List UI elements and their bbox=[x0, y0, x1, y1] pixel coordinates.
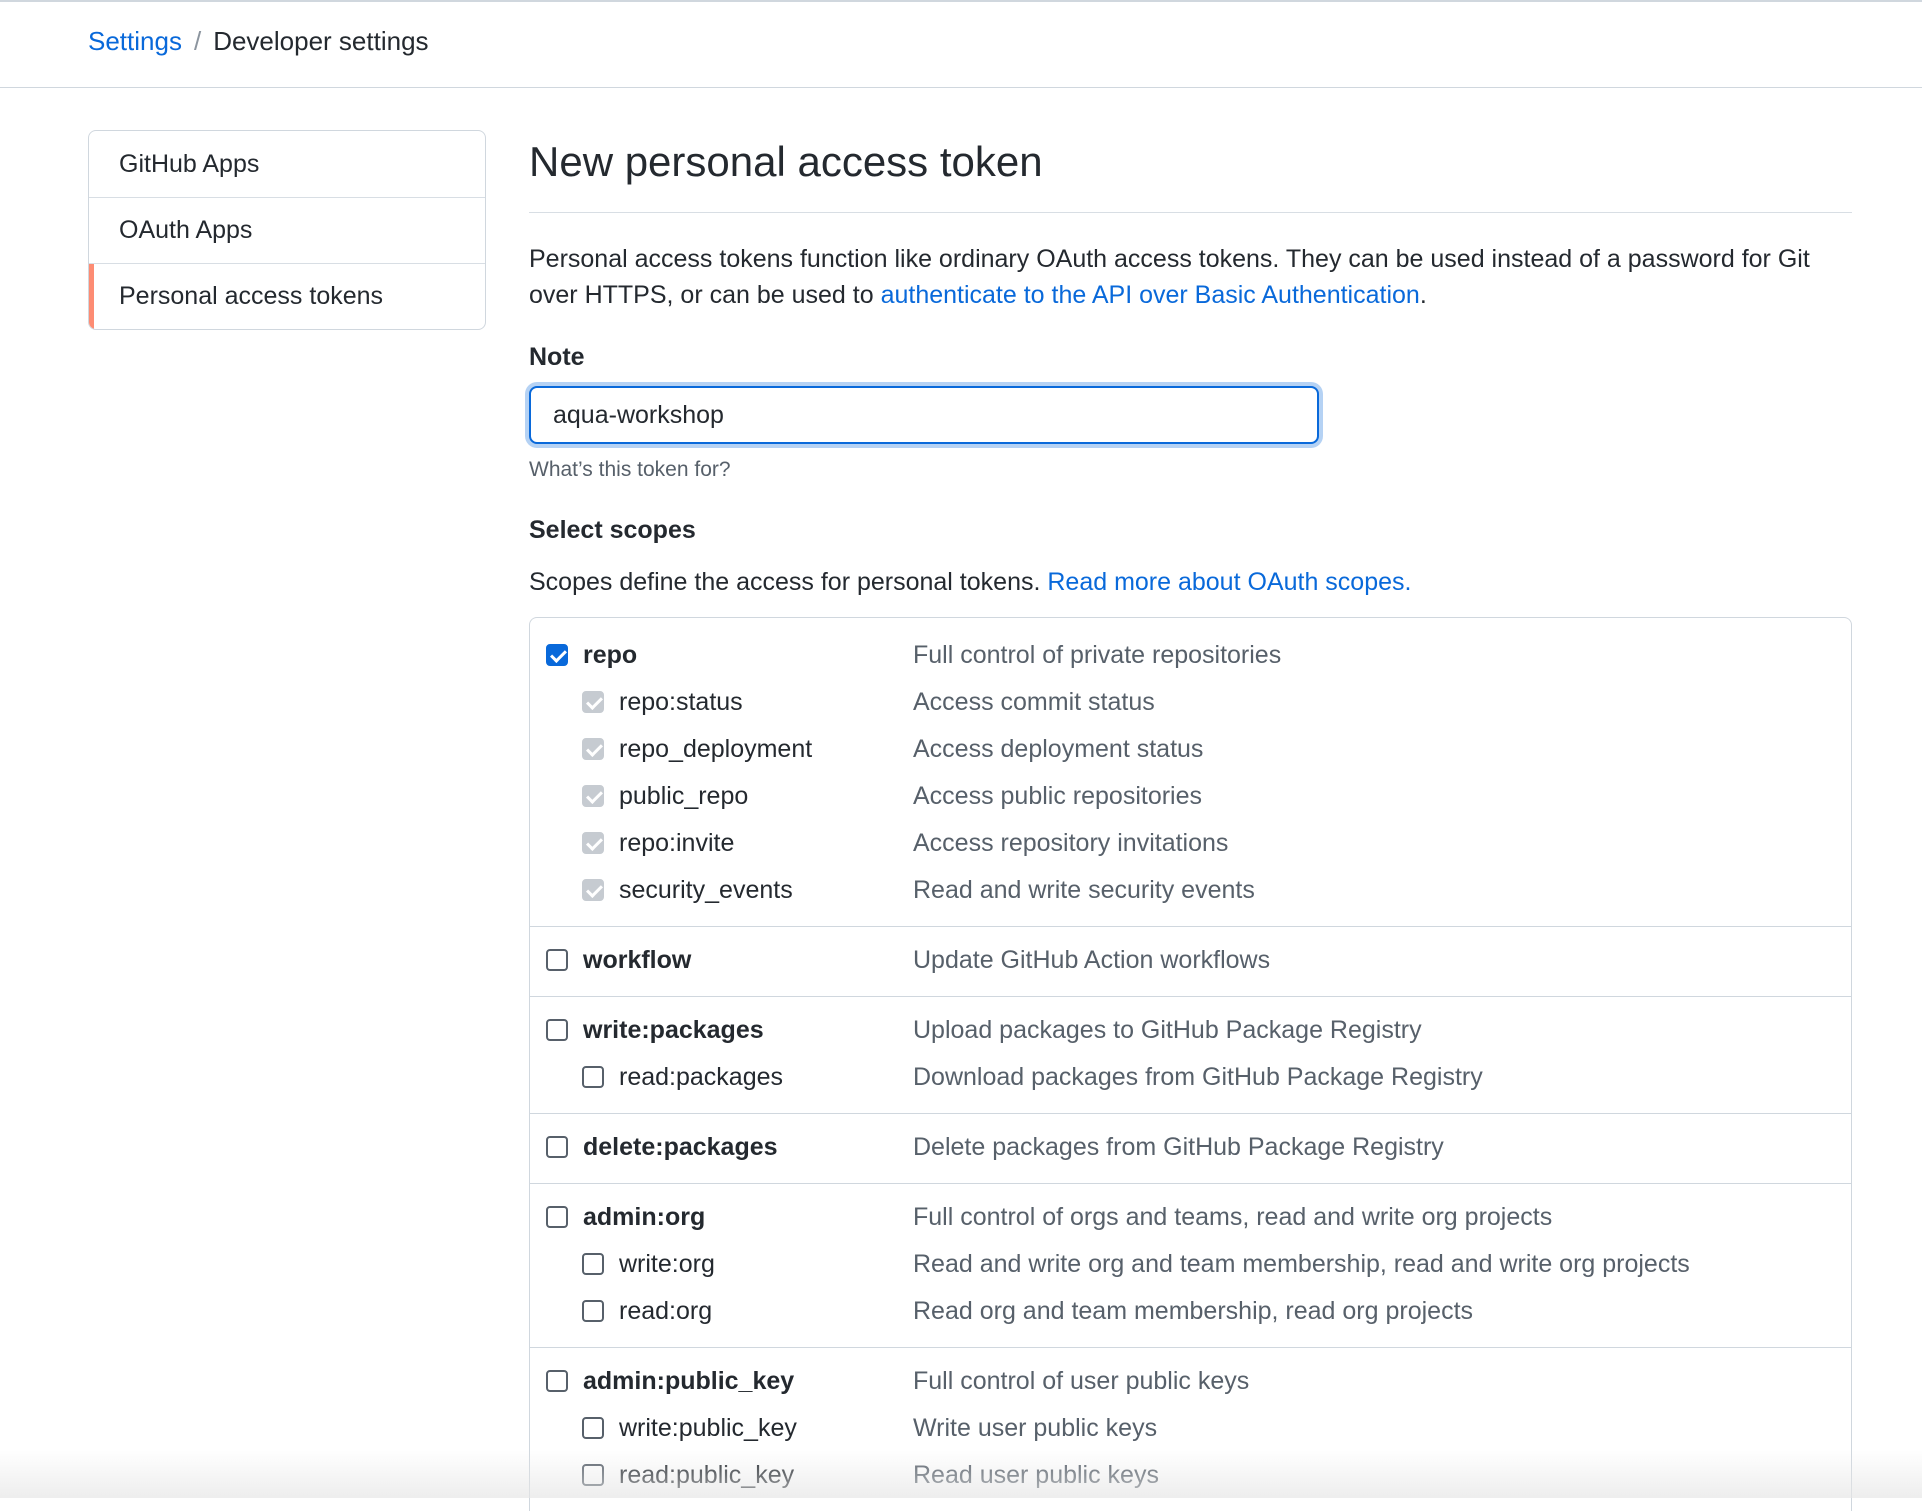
scope-row: workflow Update GitHub Action workflows bbox=[530, 937, 1851, 984]
scope-description: Full control of orgs and teams, read and… bbox=[913, 1203, 1553, 1231]
top-header: Settings / Developer settings bbox=[0, 0, 1922, 88]
scope-row: repo:status Access commit status bbox=[530, 679, 1851, 726]
breadcrumb-settings-link[interactable]: Settings bbox=[88, 24, 182, 58]
scope-checkbox bbox=[582, 832, 604, 854]
scope-checkbox[interactable] bbox=[546, 1136, 568, 1158]
scope-checkbox[interactable] bbox=[582, 1300, 604, 1322]
intro-text-end: . bbox=[1419, 281, 1427, 309]
scope-checkbox[interactable] bbox=[546, 644, 568, 666]
scope-row: write:packages Upload packages to GitHub … bbox=[530, 1007, 1851, 1054]
scope-checkbox[interactable] bbox=[546, 1370, 568, 1392]
scope-row: public_repo Access public repositories bbox=[530, 773, 1851, 820]
scope-description: Read org and team membership, read org p… bbox=[913, 1297, 1474, 1325]
scope-name[interactable]: repo:status bbox=[619, 688, 743, 717]
note-input[interactable] bbox=[529, 386, 1319, 444]
scope-description: Access repository invitations bbox=[913, 829, 1229, 857]
scope-checkbox[interactable] bbox=[546, 1206, 568, 1228]
scope-name[interactable]: workflow bbox=[583, 946, 691, 975]
scope-checkbox[interactable] bbox=[582, 1253, 604, 1275]
scope-group: repo Full control of private repositories… bbox=[530, 618, 1851, 926]
breadcrumb: Settings / Developer settings bbox=[88, 24, 429, 58]
scope-checkbox[interactable] bbox=[546, 1019, 568, 1041]
page-title: New personal access token bbox=[529, 130, 1852, 213]
scopes-list: repo Full control of private repositories… bbox=[529, 617, 1852, 1511]
scopes-intro-text: Scopes define the access for personal to… bbox=[529, 568, 1048, 596]
select-scopes-label: Select scopes bbox=[529, 516, 696, 544]
scope-description: Download packages from GitHub Package Re… bbox=[913, 1063, 1483, 1091]
developer-settings-nav: GitHub Apps OAuth Apps Personal access t… bbox=[88, 130, 486, 330]
scope-name[interactable]: public_repo bbox=[619, 782, 748, 811]
scope-row: repo_deployment Access deployment status bbox=[530, 726, 1851, 773]
scope-name[interactable]: admin:public_key bbox=[583, 1367, 794, 1396]
main-content: New personal access token Personal acces… bbox=[529, 130, 1852, 1511]
scope-checkbox bbox=[582, 691, 604, 713]
intro-text: Personal access tokens function like ord… bbox=[529, 241, 1852, 313]
scope-name[interactable]: read:org bbox=[619, 1297, 712, 1326]
scope-checkbox[interactable] bbox=[582, 1066, 604, 1088]
scope-row: repo Full control of private repositories bbox=[530, 632, 1851, 679]
scope-checkbox[interactable] bbox=[582, 1417, 604, 1439]
scope-row: read:org Read org and team membership, re… bbox=[530, 1288, 1851, 1335]
scope-name[interactable]: write:public_key bbox=[619, 1414, 797, 1443]
scope-description: Access public repositories bbox=[913, 782, 1203, 810]
scope-row: repo:invite Access repository invitations bbox=[530, 820, 1851, 867]
scope-checkbox bbox=[582, 785, 604, 807]
scope-row: write:public_key Write user public keys bbox=[530, 1405, 1851, 1452]
scope-name[interactable]: delete:packages bbox=[583, 1133, 778, 1162]
scope-name[interactable]: admin:org bbox=[583, 1203, 705, 1232]
scope-group: write:packages Upload packages to GitHub … bbox=[530, 996, 1851, 1113]
oauth-scopes-link[interactable]: Read more about OAuth scopes. bbox=[1047, 568, 1411, 596]
scope-description: Delete packages from GitHub Package Regi… bbox=[913, 1133, 1444, 1161]
scope-group: delete:packages Delete packages from GitH… bbox=[530, 1113, 1851, 1183]
scope-row: write:org Read and write org and team mem… bbox=[530, 1241, 1851, 1288]
scope-group: admin:org Full control of orgs and teams,… bbox=[530, 1183, 1851, 1347]
scope-name[interactable]: repo bbox=[583, 641, 637, 670]
sidebar-item-github-apps[interactable]: GitHub Apps bbox=[89, 131, 485, 197]
scope-row: security_events Read and write security e… bbox=[530, 867, 1851, 914]
scope-name[interactable]: security_events bbox=[619, 876, 793, 905]
scope-name[interactable]: write:org bbox=[619, 1250, 715, 1279]
scope-description: Full control of private repositories bbox=[913, 641, 1282, 669]
breadcrumb-separator: / bbox=[193, 26, 202, 56]
bottom-fade bbox=[0, 1450, 1922, 1498]
scope-group: workflow Update GitHub Action workflows bbox=[530, 926, 1851, 996]
scope-name[interactable]: repo_deployment bbox=[619, 735, 812, 764]
scope-description: Update GitHub Action workflows bbox=[913, 946, 1271, 974]
sidebar-item-personal-access-tokens[interactable]: Personal access tokens bbox=[89, 263, 485, 329]
breadcrumb-current: Developer settings bbox=[213, 26, 429, 56]
scope-name[interactable]: write:packages bbox=[583, 1016, 764, 1045]
scope-description: Full control of user public keys bbox=[913, 1367, 1250, 1395]
scope-row: delete:packages Delete packages from GitH… bbox=[530, 1124, 1851, 1171]
note-label: Note bbox=[529, 343, 585, 371]
scope-checkbox bbox=[582, 738, 604, 760]
scope-checkbox[interactable] bbox=[546, 949, 568, 971]
scope-description: Read and write security events bbox=[913, 876, 1255, 904]
basic-auth-link[interactable]: authenticate to the API over Basic Authe… bbox=[881, 281, 1420, 309]
scope-description: Upload packages to GitHub Package Regist… bbox=[913, 1016, 1422, 1044]
scopes-intro: Scopes define the access for personal to… bbox=[529, 565, 1852, 599]
scope-checkbox bbox=[582, 879, 604, 901]
scope-row: read:packages Download packages from GitH… bbox=[530, 1054, 1851, 1101]
scope-row: admin:org Full control of orgs and teams,… bbox=[530, 1194, 1851, 1241]
scope-description: Read and write org and team membership, … bbox=[913, 1250, 1690, 1278]
scope-description: Access deployment status bbox=[913, 735, 1204, 763]
scope-name[interactable]: read:packages bbox=[619, 1063, 783, 1092]
scope-description: Access commit status bbox=[913, 688, 1155, 716]
note-hint: What’s this token for? bbox=[529, 458, 731, 481]
scope-row: admin:public_key Full control of user pub… bbox=[530, 1358, 1851, 1405]
scope-name[interactable]: repo:invite bbox=[619, 829, 734, 858]
sidebar-item-oauth-apps[interactable]: OAuth Apps bbox=[89, 197, 485, 263]
scope-description: Write user public keys bbox=[913, 1414, 1158, 1442]
